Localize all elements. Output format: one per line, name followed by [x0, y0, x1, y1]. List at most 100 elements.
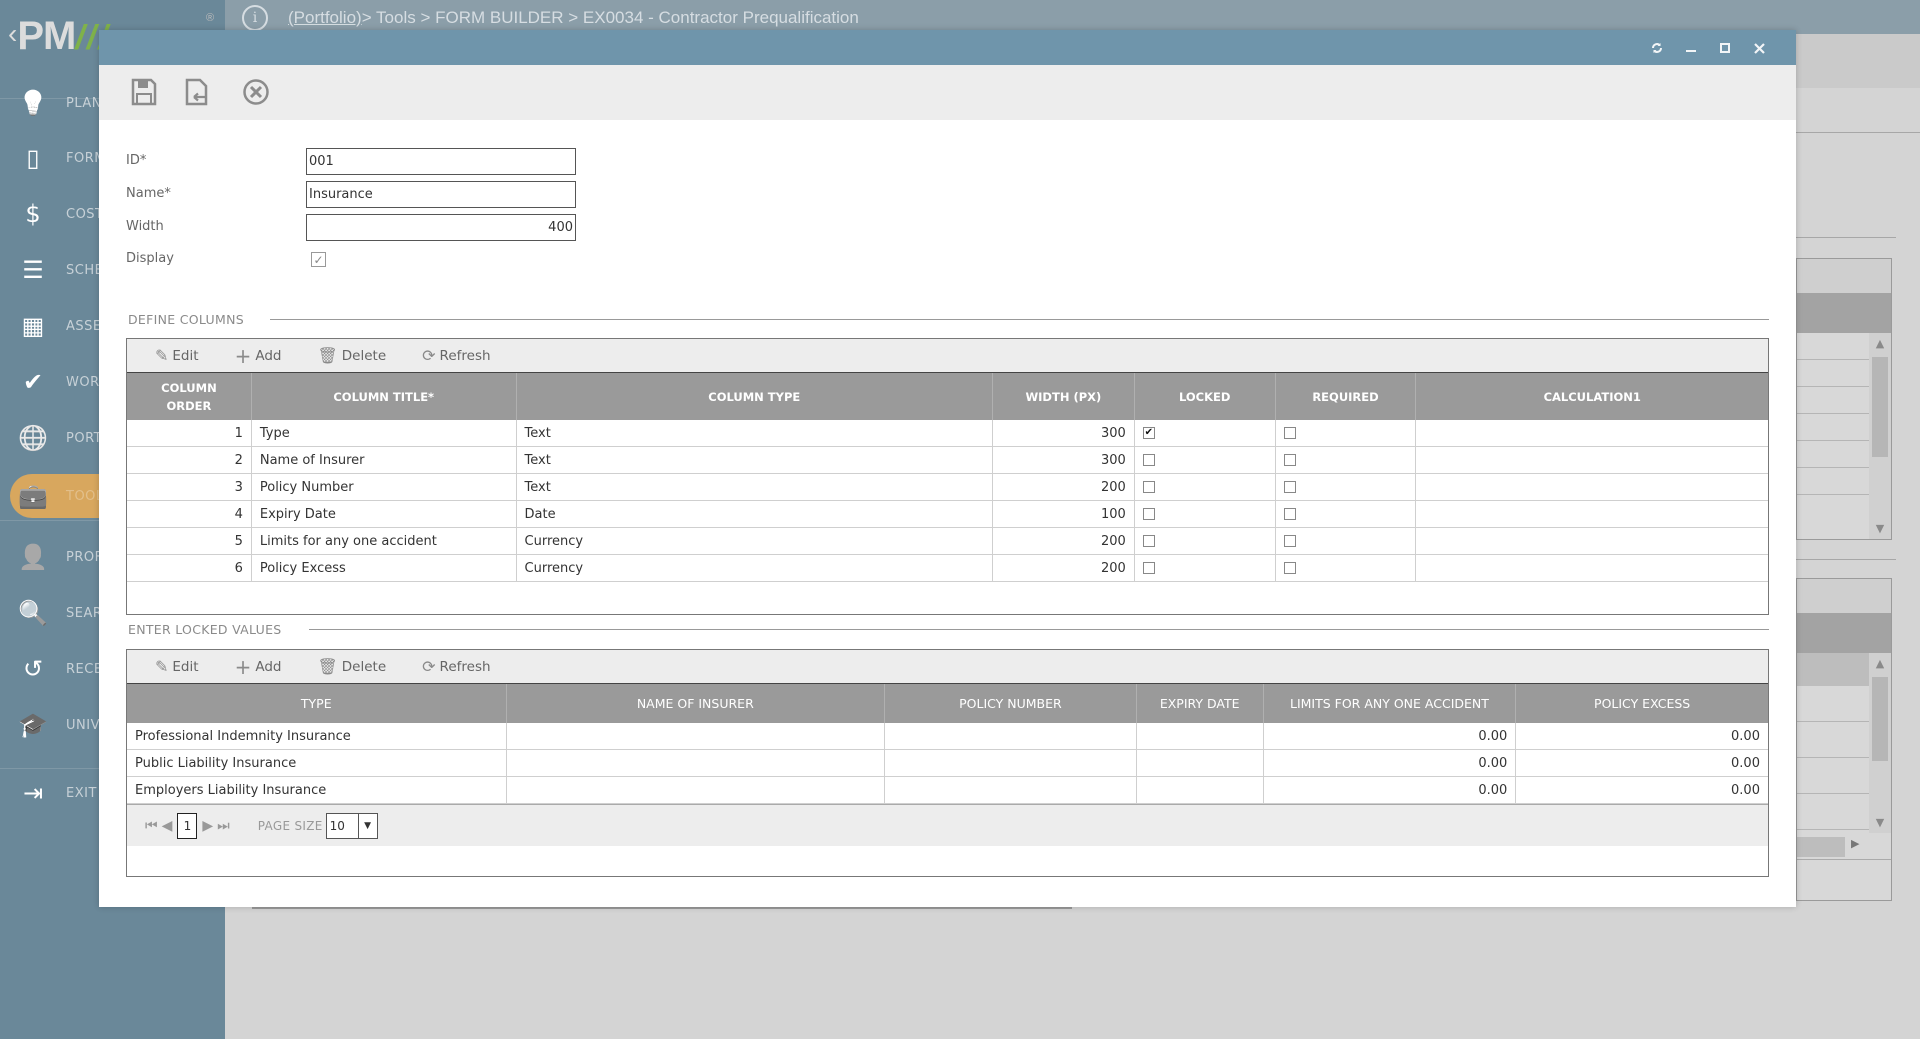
width-cell[interactable]: 300: [993, 420, 1135, 446]
column-header[interactable]: POLICY EXCESS: [1516, 684, 1768, 723]
locked-checkbox[interactable]: ✔: [1142, 427, 1155, 439]
locked-cell[interactable]: ✔: [1135, 420, 1276, 446]
first-page-icon[interactable]: ⏮: [145, 818, 158, 834]
calc-cell[interactable]: [1416, 528, 1768, 554]
table-cell[interactable]: [885, 777, 1137, 803]
title-cell[interactable]: Limits for any one accident: [252, 528, 517, 554]
column-header[interactable]: NAME OF INSURER: [507, 684, 886, 723]
required-checkbox[interactable]: [1283, 427, 1296, 439]
page-size-select[interactable]: 10 ▼: [325, 812, 378, 839]
column-header[interactable]: WIDTH (PX): [993, 373, 1135, 420]
table-row[interactable]: 5 Limits for any one accident Currency 200: [127, 528, 1768, 555]
last-page-icon[interactable]: ⏭: [217, 818, 230, 834]
column-header[interactable]: LIMITS FOR ANY ONE ACCIDENT: [1264, 684, 1517, 723]
type-cell[interactable]: Text: [517, 420, 993, 446]
calc-cell[interactable]: [1416, 447, 1768, 473]
required-checkbox[interactable]: [1283, 535, 1296, 547]
order-cell[interactable]: 6: [127, 555, 252, 581]
table-cell[interactable]: Professional Indemnity Insurance: [127, 723, 507, 749]
type-cell[interactable]: Currency: [517, 555, 993, 581]
table-cell[interactable]: 0.00: [1264, 777, 1517, 803]
table-row[interactable]: 3 Policy Number Text 200: [127, 474, 1768, 501]
cancel-button[interactable]: [239, 75, 273, 109]
required-checkbox[interactable]: [1283, 454, 1296, 466]
calc-cell[interactable]: [1416, 474, 1768, 500]
required-checkbox[interactable]: [1283, 508, 1296, 520]
table-row[interactable]: 2 Name of Insurer Text 300: [127, 447, 1768, 474]
table-row[interactable]: 4 Expiry Date Date 100: [127, 501, 1768, 528]
column-header[interactable]: TYPE: [127, 684, 507, 723]
table-row[interactable]: Professional Indemnity Insurance 0.00 0.00: [127, 723, 1768, 750]
locked-checkbox[interactable]: [1142, 508, 1155, 520]
width-cell[interactable]: 100: [993, 501, 1135, 527]
column-header[interactable]: COLUMN ORDER: [127, 373, 252, 420]
title-cell[interactable]: Type: [252, 420, 517, 446]
locked-checkbox[interactable]: [1142, 562, 1155, 574]
required-cell[interactable]: [1276, 501, 1417, 527]
table-cell[interactable]: 0.00: [1516, 723, 1768, 749]
table-cell[interactable]: Public Liability Insurance: [127, 750, 507, 776]
info-icon[interactable]: i: [242, 5, 268, 31]
column-header[interactable]: EXPIRY DATE: [1137, 684, 1264, 723]
width-cell[interactable]: 200: [993, 474, 1135, 500]
table-cell[interactable]: 0.00: [1264, 723, 1517, 749]
column-header[interactable]: REQUIRED: [1276, 373, 1417, 420]
table-cell[interactable]: 0.00: [1516, 750, 1768, 776]
locked-cell[interactable]: [1135, 555, 1276, 581]
breadcrumb-portfolio-link[interactable]: (Portfolio): [288, 8, 362, 28]
calc-cell[interactable]: [1416, 501, 1768, 527]
locked-checkbox[interactable]: [1142, 481, 1155, 493]
save-and-close-button[interactable]: [180, 75, 214, 109]
title-cell[interactable]: Policy Number: [252, 474, 517, 500]
table-row[interactable]: Employers Liability Insurance 0.00 0.00: [127, 777, 1768, 804]
locked-checkbox[interactable]: [1142, 535, 1155, 547]
order-cell[interactable]: 3: [127, 474, 252, 500]
type-cell[interactable]: Text: [517, 447, 993, 473]
required-checkbox[interactable]: [1283, 481, 1296, 493]
edit-button[interactable]: ✎ Edit: [155, 657, 199, 676]
required-cell[interactable]: [1276, 555, 1417, 581]
type-cell[interactable]: Date: [517, 501, 993, 527]
add-button[interactable]: + Add: [235, 655, 282, 679]
column-header[interactable]: CALCULATION1: [1416, 373, 1768, 420]
table-cell[interactable]: 0.00: [1516, 777, 1768, 803]
title-cell[interactable]: Name of Insurer: [252, 447, 517, 473]
table-cell[interactable]: 0.00: [1264, 750, 1517, 776]
title-cell[interactable]: Policy Excess: [252, 555, 517, 581]
edit-button[interactable]: ✎ Edit: [155, 346, 199, 365]
refresh-button[interactable]: ⟳ Refresh: [422, 657, 490, 676]
width-cell[interactable]: 200: [993, 555, 1135, 581]
table-row[interactable]: 6 Policy Excess Currency 200: [127, 555, 1768, 582]
save-button[interactable]: [127, 75, 161, 109]
calc-cell[interactable]: [1416, 420, 1768, 446]
calc-cell[interactable]: [1416, 555, 1768, 581]
table-cell[interactable]: [1137, 750, 1264, 776]
next-page-icon[interactable]: ▶: [202, 818, 213, 834]
collapse-chevron-icon[interactable]: ‹: [8, 18, 17, 49]
table-cell[interactable]: [1137, 777, 1264, 803]
table-row[interactable]: 1 Type Text 300 ✔: [127, 420, 1768, 447]
required-cell[interactable]: [1276, 474, 1417, 500]
close-icon[interactable]: [1742, 37, 1776, 59]
column-header[interactable]: COLUMN TYPE: [517, 373, 993, 420]
table-cell[interactable]: [507, 750, 886, 776]
name-field[interactable]: [306, 181, 576, 208]
id-field[interactable]: [306, 148, 576, 175]
delete-button[interactable]: 🗑 Delete: [317, 657, 386, 676]
required-checkbox[interactable]: [1283, 562, 1296, 574]
dialog-title-bar[interactable]: [99, 30, 1796, 65]
width-cell[interactable]: 300: [993, 447, 1135, 473]
type-cell[interactable]: Text: [517, 474, 993, 500]
order-cell[interactable]: 2: [127, 447, 252, 473]
background-scrollbar[interactable]: ▲ ▼: [1869, 333, 1891, 539]
required-cell[interactable]: [1276, 447, 1417, 473]
table-cell[interactable]: [1137, 723, 1264, 749]
locked-cell[interactable]: [1135, 447, 1276, 473]
required-cell[interactable]: [1276, 420, 1417, 446]
locked-cell[interactable]: [1135, 501, 1276, 527]
table-cell[interactable]: [507, 723, 886, 749]
minimize-icon[interactable]: [1674, 37, 1708, 59]
width-cell[interactable]: 200: [993, 528, 1135, 554]
add-button[interactable]: + Add: [235, 344, 282, 368]
locked-checkbox[interactable]: [1142, 454, 1155, 466]
